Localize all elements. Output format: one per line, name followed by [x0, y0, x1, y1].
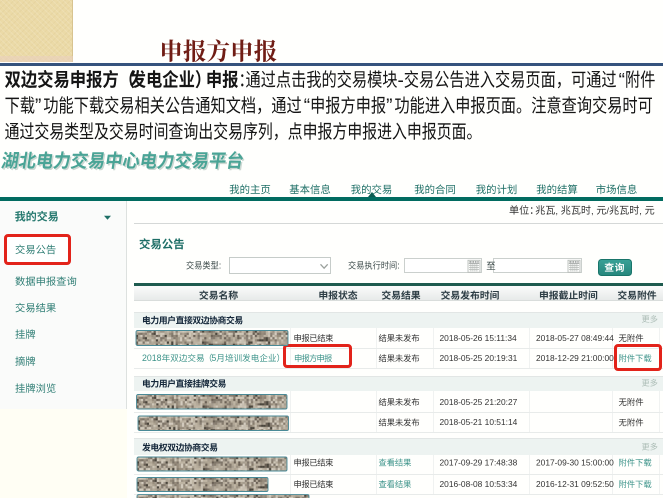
svg-text:2016-12-31 09:52:50: 2016-12-31 09:52:50: [536, 479, 614, 489]
svg-text:2016-08-08 10:53:34: 2016-08-08 10:53:34: [440, 479, 518, 489]
svg-text:2017-09-29 17:48:38: 2017-09-29 17:48:38: [440, 457, 518, 467]
svg-text:“: “: [304, 96, 310, 117]
svg-text:2018-05-27 08:49:44: 2018-05-27 08:49:44: [536, 333, 614, 343]
svg-text:2018-05-26 15:11:34: 2018-05-26 15:11:34: [440, 333, 517, 343]
svg-text:,: ,: [555, 206, 558, 217]
svg-text::: :: [397, 261, 400, 271]
svg-text:2018-12-29 21:00:00: 2018-12-29 21:00:00: [536, 353, 614, 363]
svg-text:2017-09-30 15:00:00: 2017-09-30 15:00:00: [536, 457, 614, 467]
svg-text:”: ”: [35, 96, 41, 117]
svg-text:2018-05-21 10:51:14: 2018-05-21 10:51:14: [440, 417, 518, 427]
svg-text:2018: 2018: [142, 353, 162, 363]
svg-text:,: ,: [639, 206, 642, 217]
svg-text:”: ”: [386, 96, 392, 117]
svg-text:-: -: [398, 70, 404, 91]
svg-text:2018-05-25 21:20:27: 2018-05-25 21:20:27: [440, 397, 518, 407]
svg-text:,: ,: [591, 206, 594, 217]
svg-text:2018-05-25 20:19:31: 2018-05-25 20:19:31: [440, 353, 518, 363]
svg-text::: :: [219, 261, 222, 271]
svg-text:/: /: [606, 206, 609, 217]
svg-text:“: “: [619, 70, 625, 91]
svg-text:5: 5: [211, 353, 216, 363]
